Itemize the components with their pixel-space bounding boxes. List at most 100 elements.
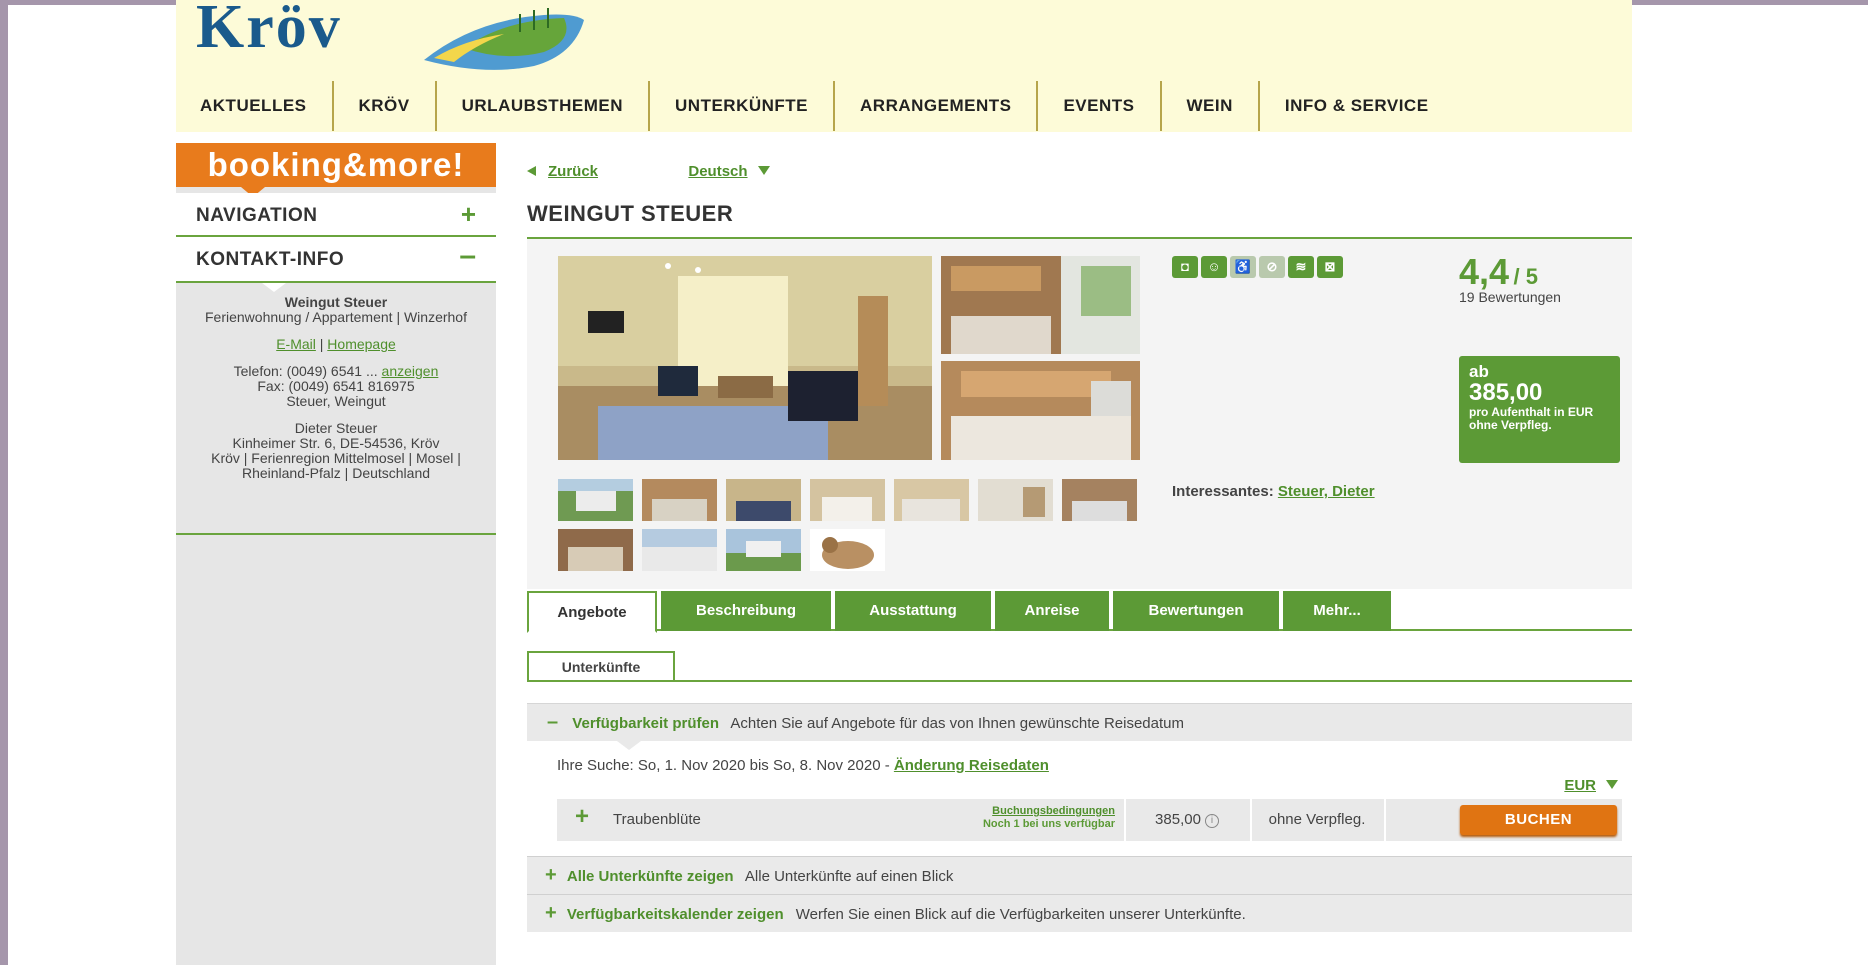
info-icon[interactable]: i [1204,814,1219,828]
show-all-accommodations-link[interactable]: Alle Unterkünfte zeigen [567,868,734,885]
pet-icon: ◘ [1172,256,1198,278]
chevron-down-icon[interactable] [1606,780,1618,789]
interessantes-link[interactable]: Steuer, Dieter [1278,483,1375,500]
thumbnail[interactable] [642,479,717,521]
nav-wein[interactable]: WEIN [1159,81,1258,131]
main-content: Zurück Deutsch WEINGUT STEUER ◘ ☺ ♿ ⊘ ≋ … [527,143,1632,965]
nav-aktuelles[interactable]: AKTUELLES [176,81,332,131]
navigation-header[interactable]: NAVIGATION + [176,193,496,237]
nav-info-service[interactable]: INFO & SERVICE [1257,81,1454,131]
nav-urlaubsthemen[interactable]: URLAUBSTHEMEN [434,81,648,131]
top-links: Zurück Deutsch [527,163,770,180]
show-all-accommodations-text: Alle Unterkünfte auf einen Blick [744,868,954,885]
contact-name: Weingut Steuer [284,294,388,310]
chevron-down-icon[interactable] [757,166,770,175]
kontakt-notch [262,283,286,292]
thumbnail[interactable] [558,479,633,521]
nav-kroev[interactable]: KRÖV [331,81,435,131]
offer-meal: ohne Verpfleg. [1250,799,1382,841]
expand-plus-icon[interactable]: + [545,902,557,924]
wifi-icon: ≋ [1288,256,1314,278]
expand-plus-icon[interactable]: + [461,199,476,230]
thumbnail[interactable] [726,479,801,521]
sidebar: booking&more! NAVIGATION + KONTAKT-INFO … [176,143,496,965]
language-select[interactable]: Deutsch [688,163,747,180]
nav-unterkuenfte[interactable]: UNTERKÜNFTE [648,81,833,131]
tab-ausstattung[interactable]: Ausstattung [835,591,991,631]
main-nav: AKTUELLES KRÖV URLAUBSTHEMEN UNTERKÜNFTE… [176,80,1454,132]
tab-bewertungen[interactable]: Bewertungen [1113,591,1279,631]
main-photo[interactable] [558,256,932,460]
rating-count: 19 Bewertungen [1459,289,1561,305]
interessantes: Interessantes: Steuer, Dieter [1172,483,1375,500]
availability-header[interactable]: – Verfügbarkeit prüfen Achten Sie auf An… [527,703,1632,741]
offer-price-value: 385,00 [1155,811,1201,828]
tab-bar: Angebote Beschreibung Ausstattung Anreis… [527,591,1632,633]
availability-link[interactable]: Verfügbarkeit prüfen [572,715,719,732]
currency-label[interactable]: EUR [1564,777,1596,794]
no-smoking-icon: ⊠ [1317,256,1343,278]
thumbnail[interactable] [558,529,633,571]
site-logo[interactable]: Kröv [196,0,342,63]
thumbnail[interactable] [978,479,1053,521]
site-header: Kröv AKTUELLES KRÖV URLAUBSTHEMEN UNTERK… [176,0,1632,132]
availability-notch [617,741,641,750]
navigation-label: NAVIGATION [196,205,318,226]
kontakt-info-header[interactable]: KONTAKT-INFO – [176,237,496,283]
offer-row: + Traubenblüte Buchungsbedingungen Noch … [557,799,1622,841]
thumbnail[interactable] [726,529,801,571]
fax-number: Fax: (0049) 6541 816975 [257,378,415,394]
expand-plus-icon[interactable]: + [575,803,589,831]
availability-note: Noch 1 bei uns verfügbar [982,818,1115,830]
contact-address: Kinheimer Str. 6, DE-54536, Kröv [232,435,440,451]
page-title: WEINGUT STEUER [527,201,734,226]
availability-calendar-text: Werfen Sie einen Blick auf die Verfügbar… [795,906,1246,923]
thumbnail[interactable] [810,479,885,521]
amenity-icons: ◘ ☺ ♿ ⊘ ≋ ⊠ [1172,256,1346,278]
tab-anreise[interactable]: Anreise [995,591,1109,631]
availability-text: Achten Sie auf Angebote für das von Ihne… [730,715,1184,732]
email-link[interactable]: E-Mail [276,336,316,352]
availability-calendar-link[interactable]: Verfügbarkeitskalender zeigen [567,906,784,923]
back-link[interactable]: Zurück [548,163,598,180]
offer-name[interactable]: Traubenblüte [613,811,701,828]
price-subtext: pro Aufenthalt in EUR ohne Verpfleg. [1469,405,1594,432]
nav-arrangements[interactable]: ARRANGEMENTS [833,81,1036,131]
subtab-unterkuenfte[interactable]: Unterkünfte [527,651,675,681]
book-button[interactable]: BUCHEN [1460,805,1617,835]
thumbnail[interactable] [894,479,969,521]
thumbnail[interactable] [810,529,885,571]
offer-conditions: Buchungsbedingungen Noch 1 bei uns verfü… [937,805,1115,831]
phone-show-link[interactable]: anzeigen [382,363,439,379]
change-dates-link[interactable]: Änderung Reisedaten [894,757,1049,774]
homepage-link[interactable]: Homepage [327,336,396,352]
nav-events[interactable]: EVENTS [1036,81,1159,131]
rating-block[interactable]: 4,4 / 5 19 Bewertungen [1459,251,1561,305]
tab-angebote[interactable]: Angebote [527,591,657,633]
thumbnail[interactable] [1062,479,1137,521]
expand-plus-icon[interactable]: + [545,864,557,886]
currency-select[interactable]: EUR [1564,777,1618,794]
subtab-bar: Unterkünfte [527,633,1632,697]
tab-beschreibung[interactable]: Beschreibung [661,591,831,631]
availability-calendar-row[interactable]: + Verfügbarkeitskalender zeigen Werfen S… [527,894,1632,932]
tab-mehr[interactable]: Mehr... [1283,591,1391,631]
wheelchair-icon: ♿ [1230,256,1256,278]
phone-number: Telefon: (0049) 6541 ... [233,363,378,379]
conditions-link[interactable]: Buchungsbedingungen [992,805,1115,817]
subtab-divider [527,680,1632,682]
collapse-minus-icon[interactable]: – [547,711,558,733]
search-text: Ihre Suche: So, 1. Nov 2020 bis So, 8. N… [557,757,890,774]
thumbnail[interactable] [642,529,717,571]
price-prefix: ab [1469,362,1489,381]
contact-region: Kröv | Ferienregion Mittelmosel | Mosel … [211,450,461,481]
show-all-accommodations-row[interactable]: + Alle Unterkünfte zeigen Alle Unterkünf… [527,856,1632,894]
back-arrow-icon [527,166,536,176]
booking-more-banner[interactable]: booking&more! [176,143,496,187]
price-value: 385,00 [1469,379,1543,406]
offer-price: 385,00 i [1124,799,1248,841]
company-name: Steuer, Weingut [286,393,386,409]
photo-kitchen-2[interactable] [941,361,1140,460]
photo-kitchen-1[interactable] [941,256,1140,354]
collapse-minus-icon[interactable]: – [459,239,476,273]
